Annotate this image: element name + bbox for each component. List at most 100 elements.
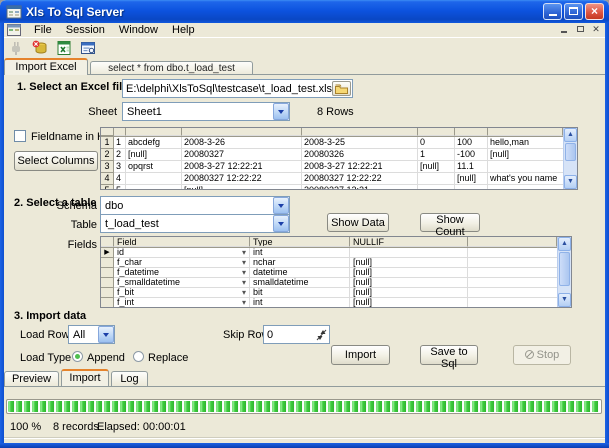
window-title: Xls To Sql Server — [26, 5, 543, 19]
chevron-down-icon[interactable] — [98, 326, 114, 343]
grid-cell: -100 — [455, 149, 488, 161]
grid-cell: [null] — [126, 149, 182, 161]
field-type-cell: datetime — [250, 268, 350, 278]
row-marker-cell — [101, 278, 114, 288]
fields-grid-scrollbar[interactable]: ▲ ▼ — [557, 237, 571, 307]
bottom-tab-page-border — [4, 386, 605, 387]
import-button[interactable]: Import — [331, 345, 390, 365]
grid-cell: abcdefg — [126, 137, 182, 149]
tab-select-query[interactable]: select * from dbo.t_load_test — [90, 61, 253, 75]
file-path-input[interactable] — [122, 79, 353, 98]
grid-cell: [null] — [455, 173, 488, 185]
field-dropdown-icon[interactable]: ▾ — [242, 268, 246, 277]
stop-button[interactable]: Stop — [513, 345, 571, 365]
scrollbar-thumb[interactable] — [565, 143, 576, 161]
fields-grid-row[interactable]: ▶id▾int — [101, 248, 557, 258]
fieldname-in-header-checkbox[interactable] — [14, 130, 26, 142]
field-dropdown-icon[interactable]: ▾ — [242, 278, 246, 287]
field-name-cell[interactable]: f_datetime▾ — [114, 268, 250, 278]
load-rows-label: Load Rows — [20, 329, 75, 341]
menu-window[interactable]: Window — [112, 23, 165, 37]
scrollbar-thumb[interactable] — [559, 252, 570, 286]
grid-cell: 4 — [114, 173, 126, 185]
table-combo[interactable]: t_load_test — [100, 214, 290, 233]
menu-session[interactable]: Session — [59, 23, 112, 37]
show-data-button[interactable]: Show Data — [327, 213, 389, 232]
fields-grid-header: Field Type NULLIF — [101, 237, 557, 248]
fields-grid-row[interactable]: f_bit▾bit[null] — [101, 288, 557, 298]
load-rows-value: All — [69, 329, 98, 341]
field-type-cell: nchar — [250, 258, 350, 268]
empty-cell — [468, 268, 557, 278]
close-connection-icon[interactable] — [31, 39, 49, 57]
mdi-restore-button[interactable] — [573, 24, 587, 36]
field-name-cell[interactable]: f_int▾ — [114, 298, 250, 307]
excel-grid-row[interactable]: 33opqrst2008-3-27 12:22:212008-3-27 12:2… — [101, 161, 563, 173]
excel-grid-row[interactable]: 22[null]20080327200803261-100[null] — [101, 149, 563, 161]
empty-cell — [468, 248, 557, 258]
field-nullif-cell: [null] — [350, 288, 468, 298]
tab-import-excel[interactable]: Import Excel — [4, 58, 88, 75]
section3-title: 3. Import data — [14, 310, 86, 322]
field-name-cell[interactable]: f_char▾ — [114, 258, 250, 268]
browse-folder-button[interactable] — [332, 81, 351, 96]
toolbar — [4, 38, 605, 58]
append-radio[interactable] — [72, 351, 83, 362]
scroll-up-icon[interactable]: ▲ — [558, 237, 571, 251]
rows-info: 8 Rows — [317, 106, 354, 118]
mdi-minimize-button[interactable] — [557, 24, 571, 36]
menu-help[interactable]: Help — [165, 23, 202, 37]
maximize-button[interactable] — [564, 3, 583, 20]
field-dropdown-icon[interactable]: ▾ — [242, 298, 246, 307]
field-dropdown-icon[interactable]: ▾ — [242, 258, 246, 267]
mdi-close-button[interactable]: ✕ — [589, 24, 603, 36]
status-records: 8 records — [53, 421, 99, 433]
field-type-cell: bit — [250, 288, 350, 298]
fields-grid-row[interactable]: f_int▾int[null] — [101, 298, 557, 307]
menu-file[interactable]: File — [27, 23, 59, 37]
load-rows-combo[interactable]: All — [68, 325, 115, 344]
excel-grid-row[interactable]: 55...[null]20080327 12:21 — [101, 185, 563, 189]
field-nullif-cell: [null] — [350, 268, 468, 278]
skip-rows-spinner[interactable] — [314, 327, 329, 342]
connect-icon[interactable] — [7, 39, 25, 57]
schema-combo[interactable]: dbo — [100, 196, 290, 215]
excel-file-icon[interactable] — [55, 39, 73, 57]
minimize-button[interactable] — [543, 3, 562, 20]
grid-cell: 1 — [418, 149, 455, 161]
tab-import[interactable]: Import — [61, 369, 109, 386]
field-dropdown-icon[interactable]: ▾ — [242, 288, 246, 297]
chevron-down-icon[interactable] — [273, 215, 289, 232]
sheet-combo[interactable]: Sheet1 — [122, 102, 290, 121]
chevron-down-icon[interactable] — [273, 103, 289, 120]
folder-icon — [335, 84, 348, 94]
empty-cell — [468, 258, 557, 268]
grid-cell: 2 — [114, 149, 126, 161]
close-button[interactable]: × — [585, 3, 604, 20]
select-columns-button[interactable]: Select Columns — [14, 151, 98, 171]
scroll-down-icon[interactable]: ▼ — [558, 293, 571, 307]
query-window-icon[interactable] — [79, 39, 97, 57]
tab-preview[interactable]: Preview — [4, 371, 59, 386]
tab-log[interactable]: Log — [111, 371, 148, 386]
fields-grid-row[interactable]: f_datetime▾datetime[null] — [101, 268, 557, 278]
section1-title: 1. Select an Excel file — [17, 81, 128, 93]
excel-grid-scrollbar[interactable]: ▲ ▼ — [563, 128, 577, 189]
replace-radio[interactable] — [133, 351, 144, 362]
scroll-up-icon[interactable]: ▲ — [564, 128, 577, 142]
save-to-sql-button[interactable]: Save to Sql — [420, 345, 478, 365]
show-count-button[interactable]: Show Count — [420, 213, 480, 232]
scroll-down-icon[interactable]: ▼ — [564, 175, 577, 189]
field-name-cell[interactable]: id▾ — [114, 248, 250, 258]
excel-grid-row[interactable]: 4420080327 12:22:2220080327 12:22:22[nul… — [101, 173, 563, 185]
field-dropdown-icon[interactable]: ▾ — [242, 248, 246, 257]
grid-cell: 20080327 — [182, 149, 302, 161]
field-name-cell[interactable]: f_smalldatetime▾ — [114, 278, 250, 288]
excel-grid-row[interactable]: 11abcdefg2008-3-262008-3-250100hello,man — [101, 137, 563, 149]
fields-grid-row[interactable]: f_smalldatetime▾smalldatetime[null] — [101, 278, 557, 288]
chevron-down-icon[interactable] — [273, 197, 289, 214]
fields-grid-row[interactable]: f_char▾nchar[null] — [101, 258, 557, 268]
field-name-cell[interactable]: f_bit▾ — [114, 288, 250, 298]
grid-cell: hello,man — [488, 137, 563, 149]
field-nullif-cell: [null] — [350, 278, 468, 288]
